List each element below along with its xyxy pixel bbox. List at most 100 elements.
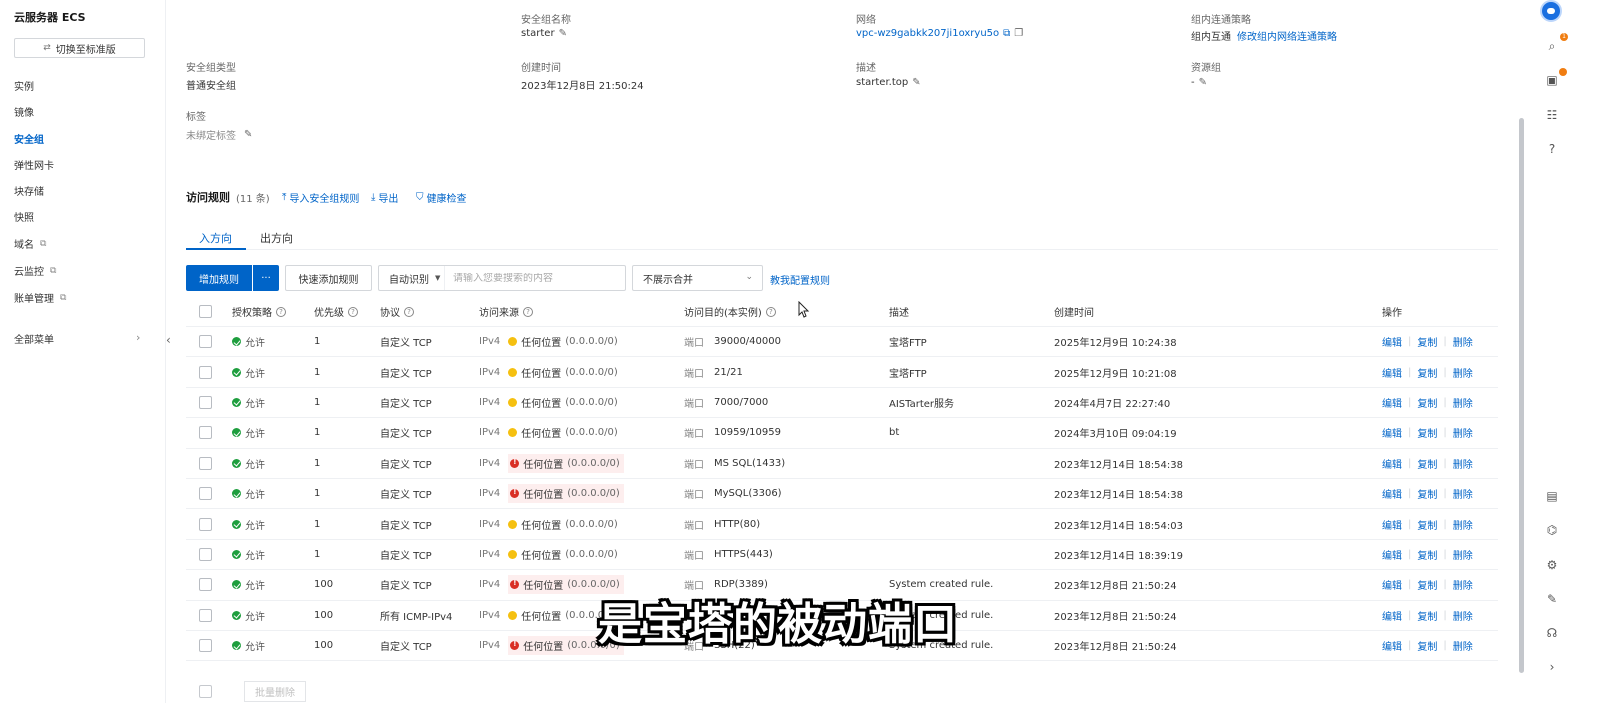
copy-rule-link[interactable]: 复制 (1417, 517, 1437, 532)
search-input[interactable] (445, 272, 623, 284)
modify-policy-link[interactable]: 修改组内网络连通策略 (1237, 28, 1337, 43)
scrollbar-thumb[interactable] (1519, 118, 1524, 673)
row-checkbox[interactable] (199, 540, 212, 569)
help-icon[interactable]: ? (765, 306, 776, 317)
copy-rule-link[interactable]: 复制 (1417, 334, 1437, 349)
edit-rule-link[interactable]: 编辑 (1382, 334, 1402, 349)
chevron-right-icon[interactable]: › (1544, 659, 1560, 675)
edit-rule-link[interactable]: 编辑 (1382, 517, 1402, 532)
sidebar-item[interactable]: 弹性网卡 (14, 157, 54, 172)
row-checkbox[interactable] (199, 570, 212, 599)
health-check-link[interactable]: ⛉ 健康检查 (416, 190, 467, 205)
sidebar-item-all-menu[interactable]: 全部菜单 (14, 331, 54, 346)
edit-rule-link[interactable]: 编辑 (1382, 547, 1402, 562)
help-icon[interactable]: ? (348, 306, 358, 317)
copy-rule-link[interactable]: 复制 (1417, 547, 1437, 562)
row-checkbox[interactable] (199, 509, 212, 538)
delete-rule-link[interactable]: 删除 (1453, 365, 1473, 380)
edit-rule-link[interactable]: 编辑 (1382, 638, 1402, 653)
bulk-delete-button[interactable]: 批量删除 (244, 681, 306, 702)
copy-rule-link[interactable]: 复制 (1417, 486, 1437, 501)
collapse-sidebar-icon[interactable]: ‹ (166, 333, 171, 347)
select-all-checkbox[interactable] (199, 297, 212, 326)
row-checkbox[interactable] (199, 601, 212, 630)
row-checkbox[interactable] (199, 388, 212, 417)
vpc-link[interactable]: vpc-wz9gabkk207ji1oxryu5o (856, 28, 999, 39)
copy-rule-link[interactable]: 复制 (1417, 425, 1437, 440)
delete-rule-link[interactable]: 删除 (1453, 395, 1473, 410)
port-value: 39000/40000 (714, 336, 781, 348)
help-icon[interactable]: ? (404, 306, 414, 317)
copy-rule-link[interactable]: 复制 (1417, 365, 1437, 380)
help-icon[interactable]: ? (523, 306, 533, 317)
delete-rule-link[interactable]: 删除 (1453, 425, 1473, 440)
bulk-select-checkbox[interactable] (199, 685, 212, 698)
delete-rule-link[interactable]: 删除 (1453, 456, 1473, 471)
chevron-right-icon[interactable]: › (136, 331, 140, 344)
row-checkbox[interactable] (199, 631, 212, 660)
copy-rule-link[interactable]: 复制 (1417, 456, 1437, 471)
row-checkbox[interactable] (199, 418, 212, 447)
delete-rule-link[interactable]: 删除 (1453, 517, 1473, 532)
row-checkbox[interactable] (199, 479, 212, 508)
dest-cell: 端口 39000/40000 (684, 327, 781, 356)
teach-config-link[interactable]: 教我配置规则 (770, 272, 830, 287)
tab-outbound[interactable]: 出方向 (260, 230, 293, 246)
sidebar-item[interactable]: 域名 ⧉ (14, 236, 46, 252)
settings-icon[interactable]: ⚙ (1544, 557, 1560, 573)
row-checkbox[interactable] (199, 449, 212, 478)
sidebar-item[interactable]: 云监控 ⧉ (14, 263, 56, 279)
code-icon[interactable]: ⌬ (1544, 522, 1560, 538)
delete-rule-link[interactable]: 删除 (1453, 577, 1473, 592)
edit-rule-link[interactable]: 编辑 (1382, 486, 1402, 501)
edit-icon[interactable]: ✎ (244, 129, 252, 140)
external-link-icon[interactable]: ⧉ (1003, 28, 1010, 39)
export-link[interactable]: ⤓ 导出 (371, 190, 398, 205)
gift-icon[interactable]: ▣ (1544, 72, 1560, 88)
add-rule-button[interactable]: 增加规则 (186, 265, 252, 291)
copy-rule-link[interactable]: 复制 (1417, 608, 1437, 623)
edit-rule-link[interactable]: 编辑 (1382, 365, 1402, 380)
copy-icon[interactable]: ❐ (1014, 28, 1023, 39)
help-icon[interactable]: ? (1544, 141, 1560, 157)
edit-rule-link[interactable]: 编辑 (1382, 456, 1402, 471)
copy-rule-link[interactable]: 复制 (1417, 577, 1437, 592)
delete-rule-link[interactable]: 删除 (1453, 334, 1473, 349)
row-checkbox[interactable] (199, 357, 212, 386)
delete-rule-link[interactable]: 删除 (1453, 547, 1473, 562)
delete-rule-link[interactable]: 删除 (1453, 638, 1473, 653)
copy-rule-link[interactable]: 复制 (1417, 638, 1437, 653)
headset-icon[interactable]: ☊ (1544, 625, 1560, 641)
edit-icon[interactable]: ✎ (559, 28, 567, 39)
sidebar-item[interactable]: 镜像 (14, 104, 34, 119)
assistant-avatar[interactable] (1540, 0, 1562, 22)
edit-icon[interactable]: ✎ (1199, 77, 1207, 88)
delete-rule-link[interactable]: 删除 (1453, 608, 1473, 623)
sidebar-item[interactable]: 快照 (14, 209, 34, 224)
switch-edition-button[interactable]: ⇄ 切换至标准版 (14, 38, 145, 58)
search-icon[interactable]: ⌕ (1544, 38, 1560, 54)
search-box: 自动识别 ▼ (378, 265, 626, 291)
copy-rule-link[interactable]: 复制 (1417, 395, 1437, 410)
quick-add-rule-button[interactable]: 快速添加规则 (285, 265, 372, 291)
row-checkbox[interactable] (199, 327, 212, 356)
import-rules-link[interactable]: ⤒ 导入安全组规则 (282, 190, 359, 205)
list-icon[interactable]: ☷ (1544, 107, 1560, 123)
edit-rule-link[interactable]: 编辑 (1382, 395, 1402, 410)
delete-rule-link[interactable]: 删除 (1453, 486, 1473, 501)
sidebar-item[interactable]: 账单管理 ⧉ (14, 290, 66, 306)
search-type-select[interactable]: 自动识别 ▼ (379, 266, 445, 290)
sidebar-item[interactable]: 块存储 (14, 183, 44, 198)
edit-rule-link[interactable]: 编辑 (1382, 577, 1402, 592)
edit-icon[interactable]: ✎ (1544, 591, 1560, 607)
sidebar-item[interactable]: 实例 (14, 78, 34, 93)
sidebar-item[interactable]: 安全组 (14, 131, 44, 146)
edit-icon[interactable]: ✎ (912, 77, 920, 88)
more-button[interactable]: ··· (253, 265, 279, 291)
tab-inbound[interactable]: 入方向 (199, 230, 232, 246)
merge-select[interactable]: 不展示合并 ⌄ (632, 265, 763, 291)
edit-rule-link[interactable]: 编辑 (1382, 425, 1402, 440)
edit-rule-link[interactable]: 编辑 (1382, 608, 1402, 623)
help-icon[interactable]: ? (276, 306, 286, 317)
document-icon[interactable]: ▤ (1544, 488, 1560, 504)
